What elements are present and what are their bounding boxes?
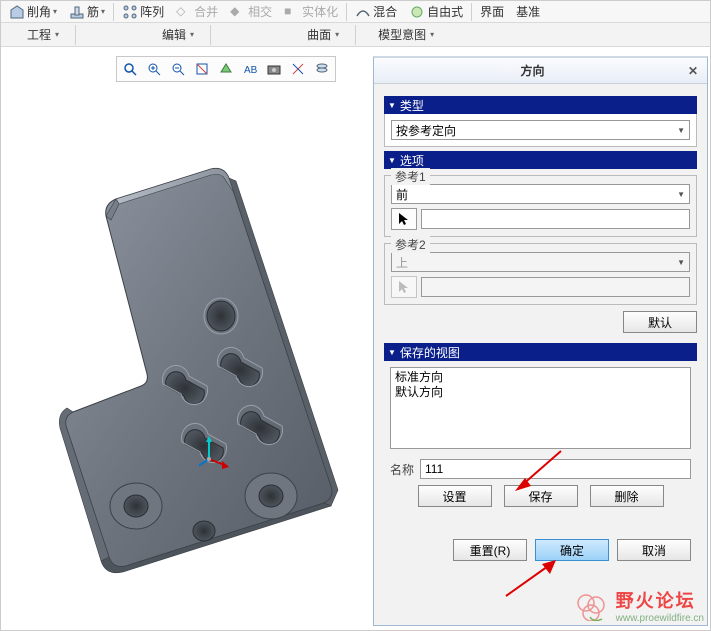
dialog-titlebar[interactable]: 方向 ✕ bbox=[374, 58, 707, 84]
list-item[interactable]: 标准方向 bbox=[395, 370, 686, 385]
pattern-icon bbox=[122, 4, 138, 20]
annotation-button[interactable]: AB bbox=[239, 58, 261, 80]
menu-surface[interactable]: 曲面▾ bbox=[291, 23, 355, 47]
ribbon-label: 自由式 bbox=[427, 3, 463, 20]
solidify-icon: ■ bbox=[284, 4, 300, 20]
ribbon-rib[interactable]: 筋▾ bbox=[65, 3, 109, 20]
name-input[interactable] bbox=[420, 459, 691, 479]
ribbon-boundary[interactable]: 界面 bbox=[476, 3, 508, 20]
ribbon-label: 削角 bbox=[27, 3, 51, 20]
chevron-down-icon: ▼ bbox=[677, 258, 685, 267]
reference2-dropdown: 上 ▼ bbox=[391, 252, 690, 272]
chamfer-icon bbox=[9, 4, 25, 20]
save-button[interactable]: 保存 bbox=[504, 485, 578, 507]
section-header-saved-views[interactable]: ▼保存的视图 bbox=[384, 343, 697, 361]
zoom-fit-button[interactable] bbox=[119, 58, 141, 80]
zoom-in-button[interactable] bbox=[143, 58, 165, 80]
separator bbox=[346, 3, 347, 21]
separator bbox=[75, 25, 76, 45]
reset-button[interactable]: 重置(R) bbox=[453, 539, 527, 561]
ribbon-blend[interactable]: 混合 bbox=[351, 3, 401, 20]
layers-button[interactable] bbox=[311, 58, 333, 80]
intersect-icon: ◆ bbox=[230, 4, 246, 20]
separator bbox=[210, 25, 211, 45]
orientation-dialog: 方向 ✕ ▼类型 按参考定向 ▼ ▼选项 参考1 前 ▼ bbox=[373, 56, 708, 626]
csys-toggle-button[interactable] bbox=[287, 58, 309, 80]
ribbon-datum[interactable]: 基准 bbox=[512, 3, 544, 20]
model-viewport[interactable] bbox=[1, 86, 373, 626]
freestyle-icon bbox=[409, 4, 425, 20]
ribbon-merge: ◇合并 bbox=[172, 3, 222, 20]
ribbon-intersect: ◆相交 bbox=[226, 3, 276, 20]
delete-button[interactable]: 删除 bbox=[590, 485, 664, 507]
menu-edit[interactable]: 编辑▾ bbox=[146, 23, 210, 47]
reference1-group: 参考1 前 ▼ bbox=[384, 175, 697, 237]
ribbon-label: 阵列 bbox=[140, 3, 164, 20]
chevron-down-icon: ▼ bbox=[677, 190, 685, 199]
reference2-group: 参考2 上 ▼ bbox=[384, 243, 697, 305]
repaint-button[interactable] bbox=[191, 58, 213, 80]
list-item[interactable]: 默认方向 bbox=[395, 385, 686, 400]
rib-icon bbox=[69, 4, 85, 20]
ribbon-label: 混合 bbox=[373, 3, 397, 20]
cursor-icon bbox=[398, 280, 410, 294]
merge-icon: ◇ bbox=[176, 4, 192, 20]
set-button[interactable]: 设置 bbox=[418, 485, 492, 507]
ribbon-label: 筋 bbox=[87, 3, 99, 20]
ribbon-solidify: ■实体化 bbox=[280, 3, 342, 20]
type-dropdown[interactable]: 按参考定向 ▼ bbox=[391, 120, 690, 140]
chevron-down-icon: ▼ bbox=[677, 126, 685, 135]
dialog-title: 方向 bbox=[380, 62, 685, 79]
blend-icon bbox=[355, 4, 371, 20]
shading-button[interactable] bbox=[215, 58, 237, 80]
group-labels-row: 工程▾ 编辑▾ 曲面▾ 模型意图▾ bbox=[1, 23, 710, 47]
reference1-field[interactable] bbox=[421, 209, 690, 229]
ribbon-freestyle[interactable]: 自由式 bbox=[405, 3, 467, 20]
close-icon[interactable]: ✕ bbox=[685, 63, 701, 79]
section-header-type[interactable]: ▼类型 bbox=[384, 96, 697, 114]
section-header-options[interactable]: ▼选项 bbox=[384, 151, 697, 169]
reference2-field bbox=[421, 277, 690, 297]
separator bbox=[471, 3, 472, 21]
name-label: 名称 bbox=[390, 461, 414, 478]
cancel-button[interactable]: 取消 bbox=[617, 539, 691, 561]
reference2-label: 参考2 bbox=[391, 236, 430, 253]
ribbon-pattern[interactable]: 阵列 bbox=[118, 3, 168, 20]
svg-text:AB: AB bbox=[244, 65, 258, 76]
model-render bbox=[1, 86, 373, 626]
reference1-dropdown[interactable]: 前 ▼ bbox=[391, 184, 690, 204]
type-value: 按参考定向 bbox=[396, 122, 456, 139]
separator bbox=[355, 25, 356, 45]
default-button[interactable]: 默认 bbox=[623, 311, 697, 333]
reference2-pick-button bbox=[391, 276, 417, 298]
cursor-icon bbox=[398, 212, 410, 226]
ribbon-chamfer[interactable]: 削角▾ bbox=[5, 3, 61, 20]
menu-engineering[interactable]: 工程▾ bbox=[11, 23, 75, 47]
saved-views-list[interactable]: 标准方向 默认方向 bbox=[390, 367, 691, 449]
separator bbox=[113, 3, 114, 21]
reference1-pick-button[interactable] bbox=[391, 208, 417, 230]
snapshot-button[interactable] bbox=[263, 58, 285, 80]
zoom-out-button[interactable] bbox=[167, 58, 189, 80]
menu-model-intent[interactable]: 模型意图▾ bbox=[362, 23, 450, 47]
csys-triad bbox=[199, 434, 239, 474]
ribbon-tools-row: 削角▾ 筋▾ 阵列 ◇合并 ◆相交 ■实体化 混合 自由式 界面 基准 bbox=[1, 1, 710, 23]
viewport-toolbar: AB bbox=[116, 56, 336, 82]
ok-button[interactable]: 确定 bbox=[535, 539, 609, 561]
reference1-label: 参考1 bbox=[391, 168, 430, 185]
